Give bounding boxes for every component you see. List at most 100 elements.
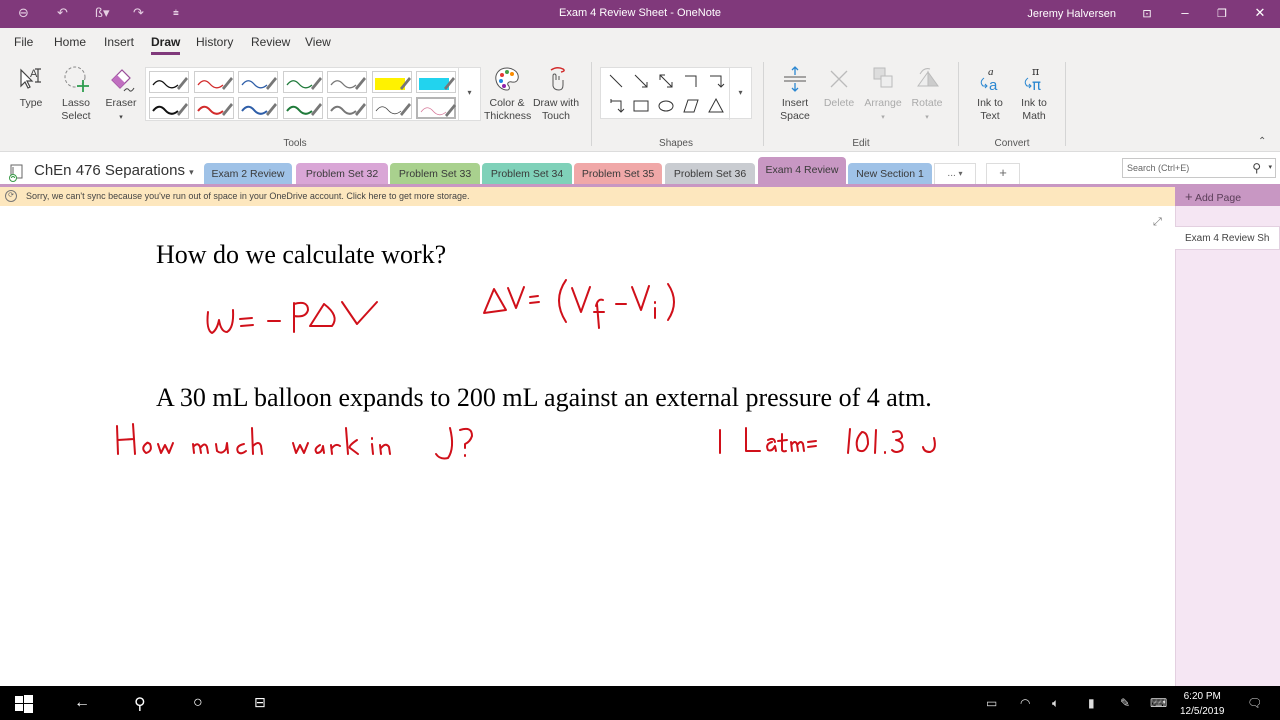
back-arrow-icon[interactable]: ← [74,694,90,712]
maximize-icon[interactable]: ❐ [1207,7,1237,20]
problem-statement[interactable]: A 30 mL balloon expands to 200 mL agains… [156,383,932,413]
tab-review[interactable]: Review [251,35,290,49]
svg-text:A: A [30,68,38,80]
ribbon: A Type Lasso Select Eraser ▾ ▾ Color & T… [0,56,1280,152]
section-tab-problem-set-32[interactable]: Problem Set 32 [296,163,388,184]
section-tab-problem-set-34[interactable]: Problem Set 34 [482,163,572,184]
close-icon[interactable]: ✕ [1245,5,1275,21]
pen-swatch-pen-thick[interactable] [327,97,367,119]
shapes-gallery-more-button[interactable]: ▾ [729,68,751,120]
pen-swatch-pen-thick[interactable] [238,97,278,119]
pen-swatch-pen-thin[interactable] [371,97,412,119]
shape-rectangle-icon[interactable] [630,95,652,117]
section-tab-exam-4-review[interactable]: Exam 4 Review [758,157,846,184]
tab-home[interactable]: Home [54,35,86,49]
pen-swatch-pen[interactable] [282,71,323,93]
heading-how-calculate-work[interactable]: How do we calculate work? [156,240,446,270]
tab-view[interactable]: View [305,35,331,49]
notebook-icon[interactable] [8,164,24,182]
ink-to-text-button[interactable]: a a Ink to Text [970,64,1010,123]
windows-start-icon[interactable] [15,695,33,713]
action-center-icon[interactable]: 🗨︎ [1247,696,1262,710]
color-thickness-button[interactable]: Color & Thickness [484,64,531,123]
shape-parallelogram-icon[interactable] [680,95,702,117]
sync-error-message[interactable]: Sorry, we can't sync because you've run … [26,191,470,201]
notebook-dropdown-icon: ▾ [189,167,194,177]
pen-swatch-highlighter[interactable] [416,71,456,93]
page-item-exam-4-review-sheet[interactable]: Exam 4 Review Sh [1175,226,1280,250]
insert-space-button[interactable]: Insert Space [774,64,816,123]
draw-touch-label-2: Touch [541,110,571,122]
lasso-select-button[interactable]: Lasso Select [56,64,96,123]
search-box[interactable]: Search (Ctrl+E) ⚲ ▾ [1122,158,1276,178]
shape-elbow-arrow-left-icon[interactable] [605,95,627,117]
shape-double-arrow-icon[interactable] [655,70,677,92]
pen-swatch-pen[interactable] [193,71,234,93]
shape-line-icon[interactable] [605,70,627,92]
ink-how-much-work[interactable] [110,418,480,463]
shape-elbow-arrow-icon[interactable] [705,70,727,92]
wifi-icon[interactable]: ◠ [1020,696,1030,710]
section-tab-problem-set-36[interactable]: Problem Set 36 [665,163,755,184]
section-tab-problem-set-33[interactable]: Problem Set 33 [390,163,480,184]
ink-work-formula[interactable] [200,290,390,340]
ink-delta-v-formula[interactable] [478,270,688,330]
tab-file[interactable]: File [14,35,33,49]
pen-swatch-pen-thick[interactable] [149,97,189,119]
ink-to-math-icon: π π [1024,65,1041,94]
pen-swatch-pen[interactable] [327,71,367,93]
search-icon[interactable]: ⚲ [1252,161,1261,175]
task-view-icon[interactable]: ⊟ [254,694,266,711]
shape-ellipse-icon[interactable] [655,95,677,117]
separator [958,62,959,146]
delete-button[interactable]: Delete [820,64,858,110]
search-scope-dropdown-icon[interactable]: ▾ [1268,163,1272,171]
pen-swatch-pen[interactable] [149,71,189,93]
sync-error-banner[interactable]: ⟳ Sorry, we can't sync because you've ru… [0,187,1175,206]
user-name[interactable]: Jeremy Halversen [1027,8,1116,20]
touch-keyboard-icon[interactable]: ⌨ [1150,696,1167,710]
microphone-icon[interactable]: ▮ [1088,696,1095,710]
system-clock[interactable]: 6:20 PM 12/5/2019 [1180,689,1225,719]
add-section-button[interactable]: + [986,163,1020,184]
ink-conversion-factor[interactable] [710,420,950,460]
shapes-gallery: ▾ [600,67,752,120]
tab-insert[interactable]: Insert [104,35,134,49]
section-tab-exam-2-review[interactable]: Exam 2 Review [204,163,292,184]
shape-arrow-icon[interactable] [630,70,652,92]
draw-with-touch-button[interactable]: Draw with Touch [532,64,580,123]
pen-swatch-highlighter[interactable] [371,71,412,93]
ink-to-math-button[interactable]: π π Ink to Math [1014,64,1054,123]
ribbon-display-icon[interactable]: ⊡ [1132,7,1162,20]
battery-icon[interactable]: ▭ [986,696,997,710]
notebook-name-label: ChEn 476 Separations [34,162,185,179]
tab-draw[interactable]: Draw [151,35,181,55]
shape-elbow-icon[interactable] [680,70,702,92]
volume-icon[interactable]: 🔈︎ [1052,696,1059,711]
add-page-button[interactable]: + Add Page [1175,184,1280,206]
shape-triangle-icon[interactable] [705,95,727,117]
eraser-button[interactable]: Eraser ▾ [102,64,140,124]
pen-swatch-pen-thick[interactable] [193,97,234,119]
delete-label: Delete [823,97,855,109]
cortana-icon[interactable]: ○ [193,694,203,712]
tab-history[interactable]: History [196,35,233,49]
minimize-icon[interactable]: – [1170,5,1200,20]
section-tab-problem-set-35[interactable]: Problem Set 35 [574,163,662,184]
pen-workspace-icon[interactable]: ✎ [1120,696,1130,710]
type-button[interactable]: A Type [12,64,50,110]
expand-icon[interactable]: ⤢ [1153,216,1162,229]
collapse-ribbon-icon[interactable]: ⌃ [1258,136,1266,147]
pen-swatch-pen-thin[interactable] [416,97,456,119]
arrange-button[interactable]: Arrange ▾ [862,64,904,124]
taskbar-search-icon[interactable]: ⚲ [134,694,146,714]
rotate-button[interactable]: Rotate ▾ [906,64,948,124]
pen-gallery-more-button[interactable]: ▾ [458,68,480,120]
notebook-name[interactable]: ChEn 476 Separations ▾ [34,162,194,179]
eraser-dropdown-icon[interactable]: ▾ [119,114,123,121]
pen-swatch-pen-thick[interactable] [282,97,323,119]
more-sections-button[interactable]: ... ▾ [934,163,976,184]
section-bar: ChEn 476 Separations ▾ Exam 2 Review Pro… [0,152,1280,184]
section-tab-new-section-1[interactable]: New Section 1 [848,163,932,184]
pen-swatch-pen[interactable] [238,71,278,93]
